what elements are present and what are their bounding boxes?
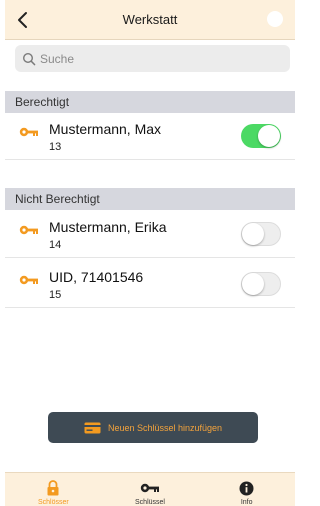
list-item[interactable]: UID, 71401546 15 [5, 262, 295, 308]
toggle-knob [242, 223, 264, 245]
item-number: 13 [49, 141, 62, 153]
add-key-button[interactable]: Neuen Schlüssel hinzufügen [48, 412, 258, 443]
tab-label: Schlösser [37, 499, 69, 506]
lock-icon [46, 480, 60, 496]
search-icon [22, 52, 36, 66]
access-toggle[interactable] [241, 124, 281, 148]
item-number: 14 [49, 239, 62, 251]
list-item[interactable]: Mustermann, Max 13 [5, 114, 295, 160]
key-icon [19, 275, 38, 285]
list-item[interactable]: Mustermann, Erika 14 [5, 212, 295, 258]
tab-bar: Schlösser Schlüssel Info [5, 472, 295, 506]
key-icon [19, 225, 38, 235]
tab-locks[interactable]: Schlösser [5, 473, 102, 506]
tab-label: Schlüssel [135, 499, 165, 506]
tab-keys[interactable]: Schlüssel [102, 473, 199, 506]
navigation-bar: Werkstatt [5, 0, 295, 40]
key-icon [19, 127, 38, 137]
item-name: UID, 71401546 [49, 269, 144, 285]
add-key-label: Neuen Schlüssel hinzufügen [107, 422, 223, 433]
section-header-unauthorized: Nicht Berechtigt [5, 188, 295, 210]
search-bar [5, 40, 295, 80]
access-toggle[interactable] [241, 272, 281, 296]
tab-label: Info [240, 499, 253, 506]
card-icon [84, 422, 101, 434]
access-toggle[interactable] [241, 222, 281, 246]
key-icon [140, 480, 160, 496]
toggle-knob [242, 273, 264, 295]
toggle-knob [258, 125, 280, 147]
status-dot [267, 11, 283, 27]
search-field[interactable] [15, 45, 290, 72]
item-name: Mustermann, Max [49, 121, 162, 137]
page-title: Werkstatt [122, 12, 178, 27]
tab-info[interactable]: Info [198, 473, 295, 506]
info-icon [239, 480, 254, 496]
item-number: 15 [49, 289, 62, 301]
section-header-authorized: Berechtigt [5, 91, 295, 113]
item-name: Mustermann, Erika [49, 219, 167, 235]
search-input[interactable] [40, 51, 270, 66]
